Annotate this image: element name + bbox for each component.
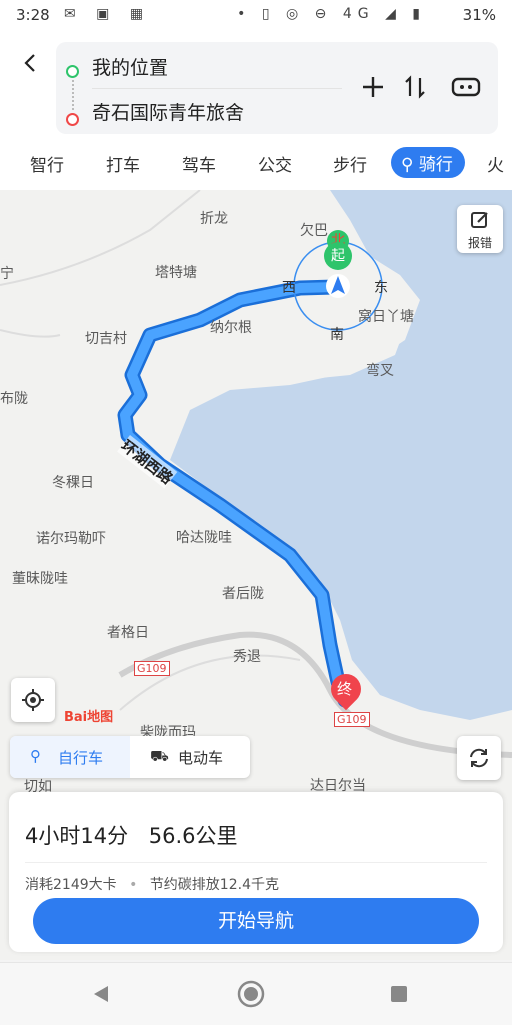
highway-badge: G109: [334, 712, 370, 727]
add-waypoint-button[interactable]: [358, 72, 388, 102]
locate-icon: [22, 689, 44, 711]
back-button[interactable]: [20, 52, 42, 74]
settings-icon: [451, 77, 481, 97]
tab-drive[interactable]: 驾车: [182, 151, 216, 176]
recents-square-icon[interactable]: [388, 983, 410, 1005]
bicycle-icon: ⚲: [401, 155, 414, 175]
place-label: 纳尔根: [210, 320, 252, 336]
route-summary: 4小时14分 56.6公里: [25, 820, 238, 850]
carbon-saving: 节约碳排放12.4千克: [149, 877, 279, 893]
tab-train[interactable]: 火: [487, 151, 504, 176]
route-stats: 消耗2149大卡 • 节约碳排放12.4千克: [25, 874, 279, 894]
swap-icon: [405, 75, 425, 99]
place-label: 切吉村: [85, 331, 127, 347]
place-label: 诺尔玛勒吓: [36, 531, 106, 547]
plus-icon: [363, 77, 383, 97]
transport-mode-tabs: 智行 打车 驾车 公交 步行 ⚲ 骑行 火: [0, 140, 512, 190]
clock: 3:28: [16, 6, 50, 24]
locate-button[interactable]: [11, 678, 55, 722]
duration: 4小时14分: [25, 824, 129, 848]
status-bar: 3:28 ✉ ▣ ▦ • ▯ ◎ ⊖ 4G ◢ ▮ 31%: [0, 0, 512, 32]
options-button[interactable]: [450, 72, 482, 102]
end-marker-label: 终: [337, 680, 353, 698]
compass-east: 东: [374, 280, 388, 296]
place-label: 哈达陇哇: [176, 530, 232, 546]
network-type: 4G: [342, 6, 375, 22]
report-label: 报错: [467, 236, 492, 250]
refresh-icon: [470, 748, 488, 768]
vehicle-tab-ebike-label: 电动车: [178, 749, 224, 767]
divider: [25, 862, 487, 863]
place-label: 者后陇: [222, 586, 264, 602]
vehicle-tab-bicycle[interactable]: ⚲ 自行车: [10, 736, 130, 778]
separator-dot: •: [129, 877, 138, 893]
location-arrow-icon: [326, 274, 350, 298]
tab-cycling[interactable]: ⚲ 骑行: [391, 147, 465, 178]
bicycle-icon: ⚲: [30, 747, 41, 765]
place-label: 者格日: [107, 625, 149, 641]
place-label: 冬稞日: [52, 475, 94, 491]
tab-taxi[interactable]: 打车: [106, 151, 140, 176]
tab-walk[interactable]: 步行: [333, 151, 367, 176]
vehicle-tab-bicycle-label: 自行车: [58, 749, 104, 767]
tab-transit[interactable]: 公交: [258, 151, 292, 176]
place-label: 弯叉: [366, 363, 394, 379]
place-label: 欠巴: [300, 223, 328, 239]
end-dot-icon: [66, 113, 79, 126]
baidu-logo: Bai地图: [64, 710, 114, 725]
destination-field[interactable]: 奇石国际青年旅舍: [92, 98, 244, 125]
distance: 56.6公里: [148, 824, 238, 848]
start-navigation-button[interactable]: 开始导航: [33, 898, 479, 944]
back-triangle-icon[interactable]: [90, 983, 112, 1005]
place-label: 窝日丫塘: [358, 309, 414, 325]
start-dot-icon: [66, 65, 79, 78]
chevron-left-icon: [24, 54, 35, 72]
route-summary-card: 4小时14分 56.6公里 消耗2149大卡 • 节约碳排放12.4千克 开始导…: [9, 792, 503, 952]
compass-south: 南: [330, 327, 344, 343]
calories: 消耗2149大卡: [25, 877, 117, 893]
start-marker[interactable]: 起: [324, 242, 352, 270]
place-label: 宁: [0, 266, 14, 282]
vehicle-type-switch: ⚲ 自行车 ⛟ 电动车: [10, 736, 250, 778]
route-input-box: 我的位置 奇石国际青年旅舍: [56, 42, 498, 134]
report-button[interactable]: 报错: [457, 205, 503, 253]
swap-route-button[interactable]: [400, 72, 430, 102]
divider: [92, 88, 342, 89]
place-label: 董昧陇哇: [12, 571, 68, 587]
place-label: 折龙: [200, 211, 228, 227]
highway-badge: G109: [134, 661, 170, 676]
route-connector: [72, 80, 74, 110]
tab-cycling-label: 骑行: [418, 155, 453, 175]
compass-west: 西: [282, 280, 296, 296]
scooter-icon: ⛟: [150, 747, 169, 765]
system-nav-bar: [0, 962, 512, 1025]
home-circle-icon[interactable]: [236, 979, 266, 1009]
battery-level: 31%: [462, 6, 496, 24]
place-label: 秀退: [233, 649, 261, 665]
origin-field[interactable]: 我的位置: [92, 53, 168, 80]
place-label: 塔特塘: [155, 265, 197, 281]
notification-icons: ✉ ▣ ▦: [64, 6, 152, 22]
route-header: 我的位置 奇石国际青年旅舍: [0, 32, 512, 140]
place-label: 布陇: [0, 391, 28, 407]
vehicle-tab-ebike[interactable]: ⛟ 电动车: [130, 736, 250, 778]
tab-smart[interactable]: 智行: [30, 151, 64, 176]
refresh-button[interactable]: [457, 736, 501, 780]
edit-icon: [471, 212, 488, 228]
system-icons: • ▯ ◎ ⊖ 4G ◢ ▮: [237, 6, 426, 22]
